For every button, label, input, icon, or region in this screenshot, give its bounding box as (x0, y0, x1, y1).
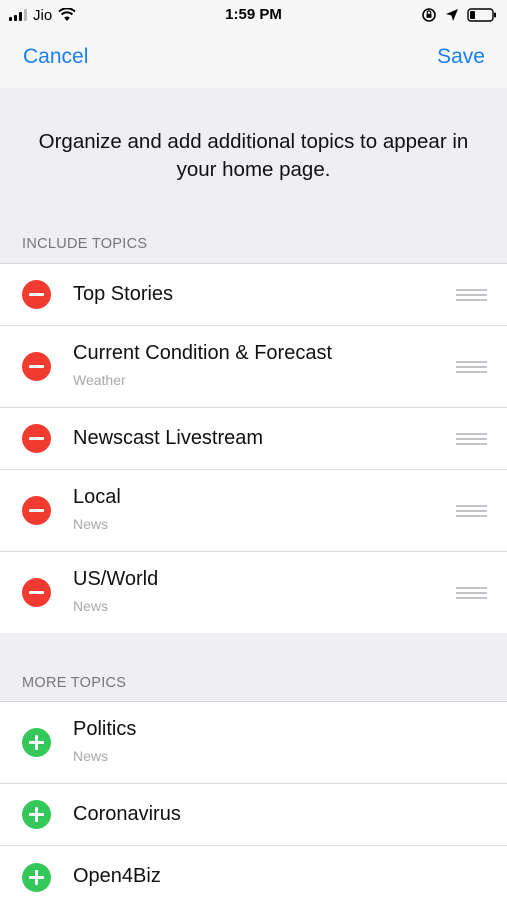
location-arrow-icon (446, 9, 458, 21)
include-topics-header: INCLUDE TOPICS (22, 236, 148, 252)
remove-circle-icon[interactable] (22, 496, 51, 525)
battery-icon (467, 8, 496, 22)
topic-subtitle: Weather (73, 372, 126, 388)
intro-section: Organize and add additional topics to ap… (0, 88, 507, 263)
status-bar: Jio 1:59 PM (0, 0, 507, 30)
add-circle-icon[interactable] (22, 800, 51, 829)
more-topics-header: MORE TOPICS (22, 675, 127, 691)
rotation-lock-icon (422, 8, 436, 22)
reorder-handle-icon[interactable] (456, 288, 487, 301)
topic-title: Local (73, 486, 121, 508)
topic-row-local[interactable]: Local News (0, 470, 507, 552)
topic-title: Newscast Livestream (73, 427, 264, 449)
topic-row-politics[interactable]: Politics News (0, 702, 507, 784)
status-right (421, 6, 497, 24)
topic-row-coronavirus[interactable]: Coronavirus (0, 784, 507, 846)
add-circle-icon[interactable] (22, 728, 51, 757)
reorder-handle-icon[interactable] (456, 586, 487, 599)
topic-row-current-condition[interactable]: Current Condition & Forecast Weather (0, 326, 507, 408)
topic-subtitle: News (73, 748, 109, 764)
topic-title: Open4Biz (73, 865, 161, 887)
topic-row-top-stories[interactable]: Top Stories (0, 264, 507, 326)
topic-row-open4biz[interactable]: Open4Biz (0, 846, 507, 900)
intro-text: Organize and add additional topics to ap… (38, 130, 469, 181)
save-button[interactable]: Save (437, 45, 485, 69)
topic-row-newscast-livestream[interactable]: Newscast Livestream (0, 408, 507, 470)
remove-circle-icon[interactable] (22, 352, 51, 381)
topic-row-us-world[interactable]: US/World News (0, 552, 507, 634)
cancel-button[interactable]: Cancel (23, 45, 88, 69)
more-topics-section: MORE TOPICS (0, 633, 507, 701)
reorder-handle-icon[interactable] (456, 432, 487, 445)
remove-circle-icon[interactable] (22, 280, 51, 309)
topic-subtitle: News (73, 516, 109, 532)
include-topics-list: Top Stories Current Condition & Forecast… (0, 263, 507, 634)
more-topics-list: Politics News Coronavirus Open4Biz (0, 701, 507, 900)
remove-circle-icon[interactable] (22, 424, 51, 453)
topic-title: Top Stories (73, 283, 174, 305)
navigation-bar: Cancel Save (0, 30, 507, 88)
reorder-handle-icon[interactable] (456, 360, 487, 373)
topic-title: Politics (73, 718, 137, 740)
add-circle-icon[interactable] (22, 862, 51, 892)
remove-circle-icon[interactable] (22, 578, 51, 607)
topic-title: Current Condition & Forecast (73, 342, 333, 364)
topic-title: US/World (73, 568, 159, 590)
topic-title: Coronavirus (73, 803, 181, 825)
topic-subtitle: News (73, 598, 109, 614)
reorder-handle-icon[interactable] (456, 504, 487, 517)
